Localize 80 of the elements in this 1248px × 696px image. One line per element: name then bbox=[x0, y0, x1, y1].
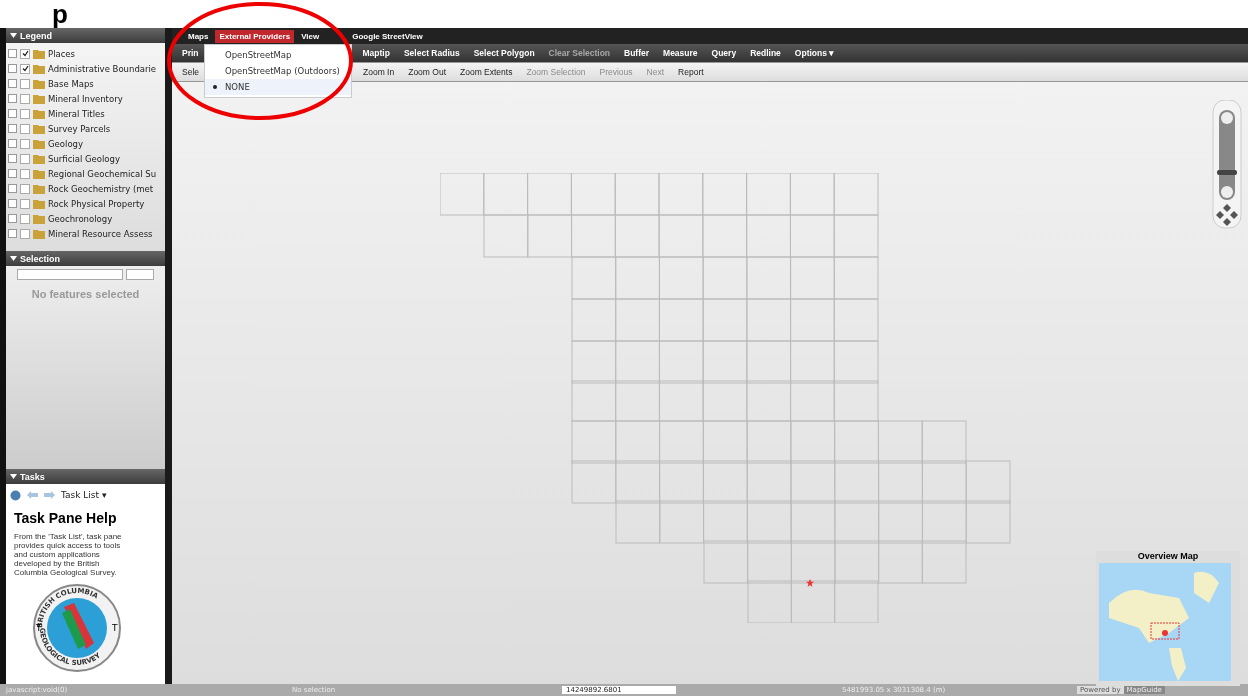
layer-label[interactable]: Geology bbox=[48, 138, 83, 149]
toolbar-button[interactable]: Buffer bbox=[624, 48, 650, 58]
help-title: Task Pane Help bbox=[14, 510, 118, 526]
toolbar-button[interactable]: Maptip bbox=[362, 48, 390, 58]
layer-checkbox[interactable] bbox=[20, 123, 30, 134]
layer-label[interactable]: Regional Geochemical Su bbox=[48, 168, 157, 179]
folder-icon bbox=[33, 63, 45, 74]
legend-header[interactable]: Legend bbox=[6, 28, 165, 43]
toolbar-button[interactable]: Zoom Extents bbox=[460, 67, 513, 77]
folder-icon bbox=[33, 183, 45, 194]
folder-icon bbox=[33, 213, 45, 224]
folder-icon bbox=[33, 93, 45, 104]
toolbar-button[interactable]: Zoom In bbox=[363, 67, 395, 77]
tasks-header[interactable]: Tasks bbox=[6, 469, 165, 484]
layer-checkbox[interactable] bbox=[20, 213, 30, 224]
layer-label[interactable]: Rock Geochemistry (met bbox=[48, 183, 154, 194]
collapse-icon[interactable] bbox=[10, 256, 17, 261]
toolbar-button[interactable]: Redline bbox=[750, 48, 781, 58]
forward-arrow-icon[interactable] bbox=[44, 491, 55, 499]
layer-checkbox[interactable] bbox=[20, 48, 30, 59]
dropdown-item[interactable]: OpenStreetMap bbox=[205, 47, 351, 63]
selection-header[interactable]: Selection bbox=[6, 251, 165, 266]
layer-label[interactable]: Survey Parcels bbox=[48, 123, 111, 134]
toolbar-button[interactable]: Options ▾ bbox=[794, 48, 835, 58]
toolbar-button[interactable]: Measure bbox=[663, 48, 698, 58]
toolbar-button[interactable]: Report bbox=[678, 67, 704, 77]
folder-icon bbox=[33, 138, 45, 149]
menu-item[interactable]: Maps bbox=[184, 29, 213, 43]
star-marker-icon bbox=[806, 579, 814, 587]
dropdown-item[interactable]: OpenStreetMap (Outdoors) bbox=[205, 63, 351, 79]
home-icon[interactable] bbox=[10, 489, 21, 501]
folder-icon bbox=[33, 168, 45, 179]
toolbar-button[interactable]: Zoom Out bbox=[408, 67, 446, 77]
folder-icon bbox=[33, 78, 45, 89]
layer-label[interactable]: Geochronology bbox=[48, 213, 113, 224]
layer-checkbox[interactable] bbox=[20, 168, 30, 179]
menu-item[interactable]: External Providers bbox=[215, 29, 295, 43]
folder-icon bbox=[33, 123, 45, 134]
layer-checkbox[interactable] bbox=[20, 183, 30, 194]
folder-icon bbox=[33, 48, 45, 59]
back-arrow-icon[interactable] bbox=[27, 491, 38, 499]
layer-label[interactable]: Surficial Geology bbox=[48, 153, 120, 164]
layer-checkbox[interactable] bbox=[20, 63, 30, 74]
zoom-slider-drawing[interactable] bbox=[1212, 100, 1242, 230]
layer-label[interactable]: Mineral Resource Assess bbox=[48, 228, 153, 239]
layer-label[interactable]: Base Maps bbox=[48, 78, 94, 89]
layer-label[interactable]: Administrative Boundarie bbox=[48, 63, 157, 74]
folder-icon bbox=[33, 198, 45, 209]
folder-icon bbox=[33, 228, 45, 239]
overview-map-title: Overview Map bbox=[1136, 551, 1200, 563]
toolbar-button[interactable]: Query bbox=[711, 48, 737, 58]
layer-label[interactable]: Mineral Inventory bbox=[48, 93, 123, 104]
empty-message: No features selected bbox=[31, 288, 140, 300]
toolbar-button[interactable]: Prin bbox=[182, 48, 199, 58]
folder-icon bbox=[33, 108, 45, 119]
panel-splitter[interactable] bbox=[165, 28, 172, 684]
menu-item[interactable]: View bbox=[297, 29, 324, 43]
collapse-icon[interactable] bbox=[10, 33, 17, 38]
toolbar-button[interactable]: Select Polygon bbox=[473, 48, 535, 58]
layer-label[interactable]: Mineral Titles bbox=[48, 108, 105, 119]
dropdown-item[interactable]: NONE bbox=[205, 79, 351, 95]
task-list-button[interactable]: Task List ▾ bbox=[61, 490, 107, 500]
layer-label[interactable]: Places bbox=[48, 48, 76, 59]
menu-item[interactable]: Google StreetView bbox=[348, 29, 427, 43]
slide-title-fragment: p bbox=[52, 0, 68, 28]
layer-checkbox[interactable] bbox=[20, 108, 30, 119]
help-text: From the 'Task List', task pane provides quick access to tools and custom applications developed by the British Columbia Geological Survey. bbox=[14, 532, 123, 577]
toolbar-button[interactable]: Sele bbox=[182, 67, 199, 77]
folder-icon bbox=[33, 153, 45, 164]
layer-checkbox[interactable] bbox=[20, 198, 30, 209]
layer-checkbox[interactable] bbox=[20, 138, 30, 149]
feature-dropdown[interactable] bbox=[126, 269, 154, 280]
layer-checkbox[interactable] bbox=[20, 93, 30, 104]
layer-checkbox[interactable] bbox=[20, 153, 30, 164]
layer-checkbox[interactable] bbox=[20, 228, 30, 239]
layer-dropdown[interactable] bbox=[17, 269, 123, 280]
layer-checkbox[interactable] bbox=[20, 78, 30, 89]
collapse-icon[interactable] bbox=[10, 474, 17, 479]
toolbar-button[interactable]: Select Radius bbox=[403, 48, 460, 58]
layer-label[interactable]: Rock Physical Property bbox=[48, 198, 145, 209]
